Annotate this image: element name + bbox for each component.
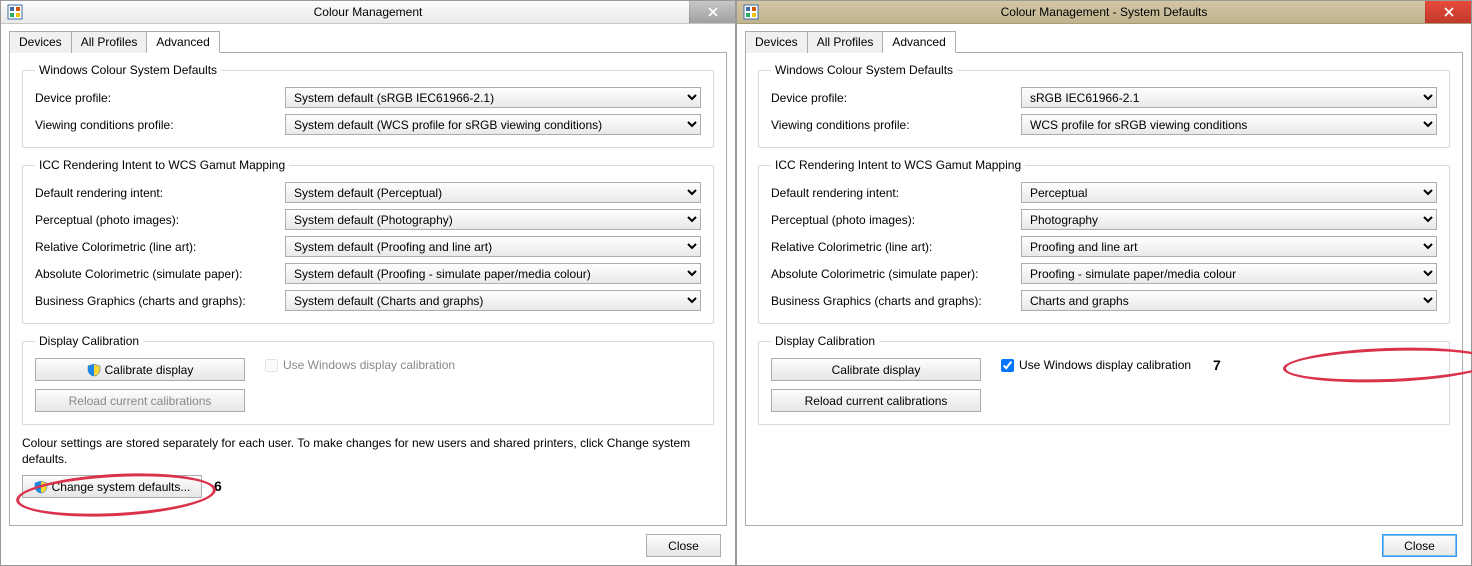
perceptual-label: Perceptual (photo images): <box>771 213 1021 227</box>
tab-all-profiles[interactable]: All Profiles <box>807 31 884 53</box>
annotation-7: 7 <box>1213 357 1221 373</box>
viewing-conditions-label: Viewing conditions profile: <box>771 118 1021 132</box>
group-icc-mapping: ICC Rendering Intent to WCS Gamut Mappin… <box>758 158 1450 324</box>
relative-colorimetric-label: Relative Colorimetric (line art): <box>35 240 285 254</box>
relative-colorimetric-select[interactable]: Proofing and line art <box>1021 236 1437 257</box>
window-colour-management-system-defaults: Colour Management - System Defaults Devi… <box>736 0 1472 566</box>
default-intent-label: Default rendering intent: <box>35 186 285 200</box>
business-graphics-label: Business Graphics (charts and graphs): <box>771 294 1021 308</box>
business-graphics-select[interactable]: Charts and graphs <box>1021 290 1437 311</box>
group-wcs-defaults: Windows Colour System Defaults Device pr… <box>758 63 1450 148</box>
device-profile-select[interactable]: sRGB IEC61966-2.1 <box>1021 87 1437 108</box>
default-intent-select[interactable]: Perceptual <box>1021 182 1437 203</box>
absolute-colorimetric-label: Absolute Colorimetric (simulate paper): <box>771 267 1021 281</box>
absolute-colorimetric-select[interactable]: Proofing - simulate paper/media colour <box>1021 263 1437 284</box>
tab-advanced[interactable]: Advanced <box>882 31 955 53</box>
close-window-button[interactable] <box>1425 1 1471 23</box>
app-icon <box>7 4 23 20</box>
use-windows-calibration-checkbox: Use Windows display calibration <box>265 358 455 372</box>
calibrate-display-label: Calibrate display <box>105 363 194 377</box>
group-calib-legend: Display Calibration <box>771 334 879 348</box>
titlebar[interactable]: Colour Management - System Defaults <box>737 1 1471 24</box>
tab-devices[interactable]: Devices <box>9 31 72 53</box>
calibrate-display-button[interactable]: Calibrate display <box>771 358 981 381</box>
window-colour-management: Colour Management Devices All Profiles A… <box>0 0 736 566</box>
tab-all-profiles[interactable]: All Profiles <box>71 31 148 53</box>
group-display-calibration: Display Calibration Calibrate display Re… <box>758 334 1450 425</box>
viewing-conditions-label: Viewing conditions profile: <box>35 118 285 132</box>
uac-shield-icon <box>34 480 48 494</box>
group-wcs-legend: Windows Colour System Defaults <box>771 63 957 77</box>
device-profile-label: Device profile: <box>771 91 1021 105</box>
viewing-conditions-select[interactable]: WCS profile for sRGB viewing conditions <box>1021 114 1437 135</box>
uac-shield-icon <box>87 363 101 377</box>
device-profile-select[interactable]: System default (sRGB IEC61966-2.1) <box>285 87 701 108</box>
absolute-colorimetric-label: Absolute Colorimetric (simulate paper): <box>35 267 285 281</box>
use-windows-calibration-checkbox[interactable]: Use Windows display calibration <box>1001 358 1191 372</box>
perceptual-select[interactable]: Photography <box>1021 209 1437 230</box>
titlebar[interactable]: Colour Management <box>1 1 735 24</box>
annotation-6: 6 <box>214 478 222 494</box>
group-wcs-legend: Windows Colour System Defaults <box>35 63 221 77</box>
tab-advanced[interactable]: Advanced <box>146 31 219 53</box>
group-icc-legend: ICC Rendering Intent to WCS Gamut Mappin… <box>771 158 1025 172</box>
group-icc-mapping: ICC Rendering Intent to WCS Gamut Mappin… <box>22 158 714 324</box>
group-calib-legend: Display Calibration <box>35 334 143 348</box>
viewing-conditions-select[interactable]: System default (WCS profile for sRGB vie… <box>285 114 701 135</box>
use-windows-calibration-label: Use Windows display calibration <box>1019 358 1191 372</box>
device-profile-label: Device profile: <box>35 91 285 105</box>
annotation-circle-7 <box>1282 344 1472 385</box>
business-graphics-label: Business Graphics (charts and graphs): <box>35 294 285 308</box>
change-system-defaults-label: Change system defaults... <box>52 480 191 494</box>
perceptual-select[interactable]: System default (Photography) <box>285 209 701 230</box>
absolute-colorimetric-select[interactable]: System default (Proofing - simulate pape… <box>285 263 701 284</box>
app-icon <box>743 4 759 20</box>
tab-devices[interactable]: Devices <box>745 31 808 53</box>
window-title: Colour Management <box>1 5 735 19</box>
use-windows-calibration-label: Use Windows display calibration <box>283 358 455 372</box>
calibrate-display-button[interactable]: Calibrate display <box>35 358 245 381</box>
relative-colorimetric-label: Relative Colorimetric (line art): <box>771 240 1021 254</box>
close-window-button[interactable] <box>689 1 735 23</box>
window-title: Colour Management - System Defaults <box>737 5 1471 19</box>
system-defaults-note: Colour settings are stored separately fo… <box>22 435 714 467</box>
close-button[interactable]: Close <box>1382 534 1457 557</box>
default-intent-label: Default rendering intent: <box>771 186 1021 200</box>
close-button[interactable]: Close <box>646 534 721 557</box>
group-display-calibration: Display Calibration Calibrate display Re… <box>22 334 714 425</box>
business-graphics-select[interactable]: System default (Charts and graphs) <box>285 290 701 311</box>
group-wcs-defaults: Windows Colour System Defaults Device pr… <box>22 63 714 148</box>
tab-strip: Devices All Profiles Advanced <box>9 30 727 53</box>
reload-calibrations-button[interactable]: Reload current calibrations <box>35 389 245 412</box>
tab-strip: Devices All Profiles Advanced <box>745 30 1463 53</box>
relative-colorimetric-select[interactable]: System default (Proofing and line art) <box>285 236 701 257</box>
perceptual-label: Perceptual (photo images): <box>35 213 285 227</box>
group-icc-legend: ICC Rendering Intent to WCS Gamut Mappin… <box>35 158 289 172</box>
reload-calibrations-button[interactable]: Reload current calibrations <box>771 389 981 412</box>
use-windows-calibration-input <box>265 359 278 372</box>
default-intent-select[interactable]: System default (Perceptual) <box>285 182 701 203</box>
use-windows-calibration-input[interactable] <box>1001 359 1014 372</box>
change-system-defaults-button[interactable]: Change system defaults... <box>22 475 202 498</box>
